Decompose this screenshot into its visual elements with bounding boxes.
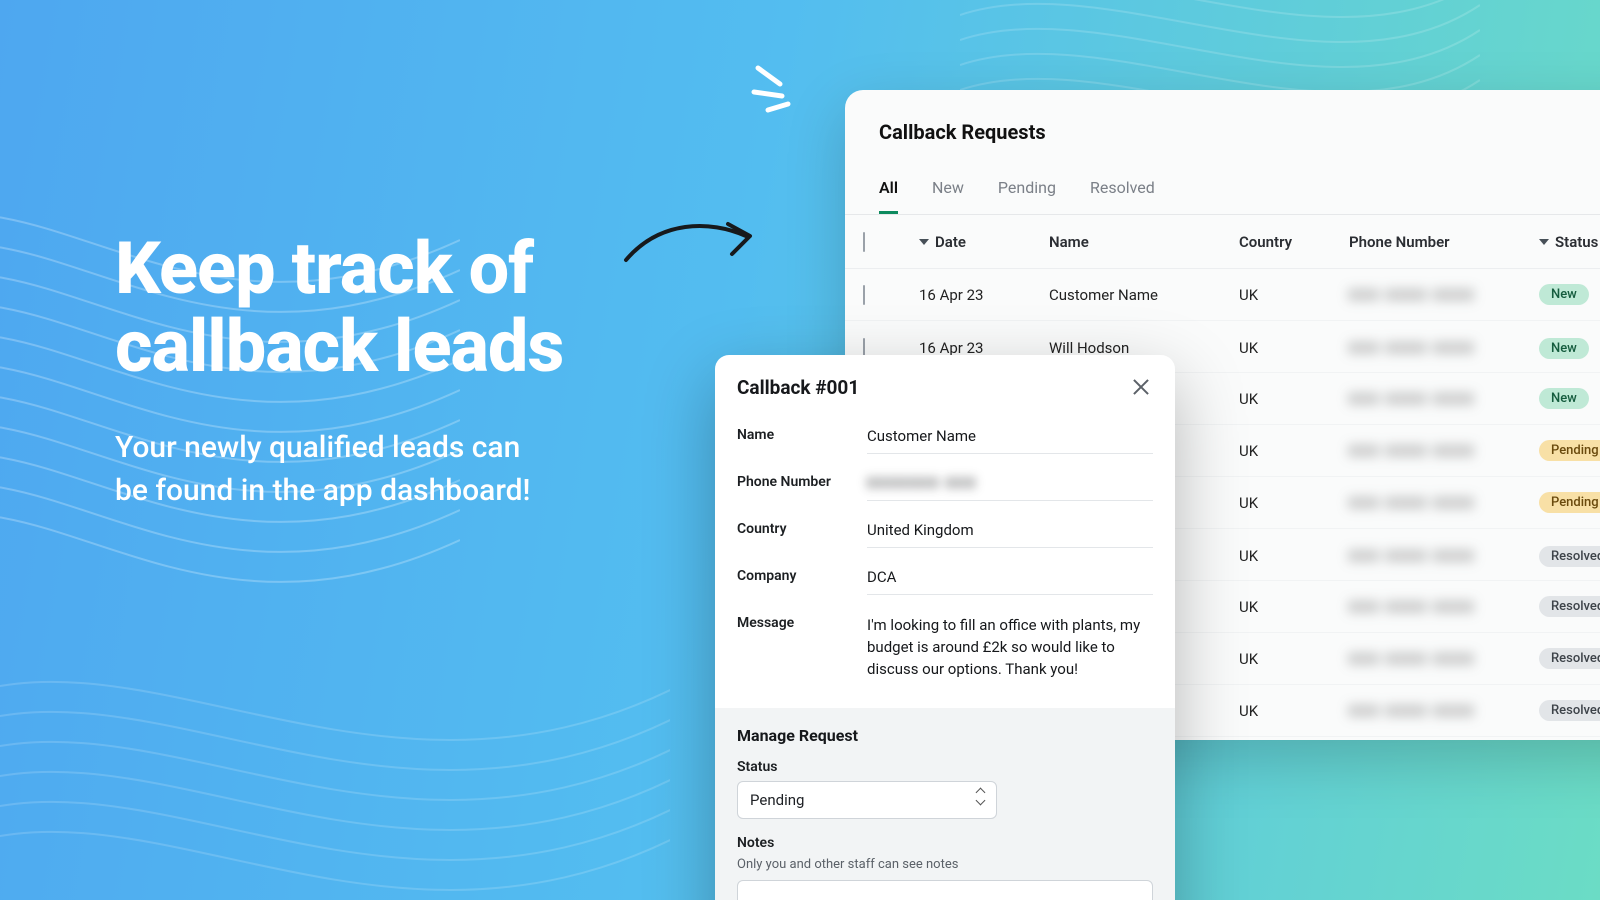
sort-icon	[919, 239, 929, 245]
cell-country: UK	[1239, 442, 1349, 460]
status-badge: Resolved	[1539, 700, 1600, 721]
status-badge: New	[1539, 388, 1589, 409]
label-name: Name	[737, 427, 867, 454]
status-badge: Pending	[1539, 492, 1600, 513]
table-row[interactable]: 16 Apr 23Customer NameUK000 0000 0000New…	[845, 269, 1600, 321]
cell-status: New	[1539, 388, 1600, 409]
table-header: Date Name Country Phone Number Status Me…	[845, 215, 1600, 269]
cell-phone: 000 0000 0000	[1349, 650, 1539, 668]
row-checkbox[interactable]	[863, 285, 865, 305]
notes-label: Notes	[737, 835, 1153, 851]
chevron-updown-icon	[973, 791, 987, 805]
callback-modal: Callback #001 NameCustomer Name Phone Nu…	[715, 355, 1175, 900]
hero-subtitle: Your newly qualified leads canbe found i…	[115, 426, 563, 513]
label-company: Company	[737, 568, 867, 595]
tab-pending[interactable]: Pending	[998, 168, 1056, 214]
label-phone: Phone Number	[737, 474, 867, 501]
cell-status: Resolved	[1539, 648, 1600, 669]
cell-country: UK	[1239, 390, 1349, 408]
notes-textarea[interactable]	[737, 880, 1153, 900]
cell-phone: 000 0000 0000	[1349, 339, 1539, 357]
value-country: United Kingdom	[867, 521, 1153, 548]
cell-country: UK	[1239, 547, 1349, 565]
tab-new[interactable]: New	[932, 168, 964, 214]
status-badge: Pending	[1539, 440, 1600, 461]
status-badge: New	[1539, 284, 1589, 305]
status-badge: New	[1539, 338, 1589, 359]
cell-phone: 000 0000 0000	[1349, 390, 1539, 408]
modal-title: Callback #001	[737, 376, 859, 399]
cell-status: Resolved	[1539, 596, 1600, 617]
notes-help: Only you and other staff can see notes	[737, 857, 1153, 872]
cell-country: UK	[1239, 598, 1349, 616]
cell-phone: 000 0000 0000	[1349, 286, 1539, 304]
sparkle-decoration	[748, 58, 818, 118]
status-badge: Resolved	[1539, 596, 1600, 617]
cell-status: New	[1539, 284, 1600, 305]
value-name: Customer Name	[867, 427, 1153, 454]
value-phone: 0000000 000	[867, 474, 1153, 501]
tabs: All New Pending Resolved	[845, 168, 1600, 215]
manage-request-section: Manage Request Status Pending Notes Only…	[715, 708, 1175, 900]
cell-status: Pending	[1539, 440, 1600, 461]
arrow-decoration	[620, 210, 760, 280]
cell-country: UK	[1239, 494, 1349, 512]
cell-country: UK	[1239, 650, 1349, 668]
cell-phone: 000 0000 0000	[1349, 494, 1539, 512]
cell-status: New	[1539, 338, 1600, 359]
col-date[interactable]: Date	[919, 233, 1049, 251]
status-label: Status	[737, 759, 1153, 775]
cell-status: Resolved	[1539, 700, 1600, 721]
cell-status: Pending	[1539, 492, 1600, 513]
status-value: Pending	[750, 791, 804, 809]
status-badge: Resolved	[1539, 546, 1600, 567]
dashboard-title: Callback Requests	[845, 120, 1600, 168]
select-all-checkbox[interactable]	[863, 232, 865, 252]
cell-country: UK	[1239, 286, 1349, 304]
col-name[interactable]: Name	[1049, 233, 1239, 251]
cell-name: Customer Name	[1049, 286, 1239, 304]
cell-phone: 000 0000 0000	[1349, 598, 1539, 616]
status-badge: Resolved	[1539, 648, 1600, 669]
sort-icon	[1539, 239, 1549, 245]
cell-phone: 000 0000 0000	[1349, 702, 1539, 720]
col-status[interactable]: Status	[1539, 233, 1600, 251]
col-country[interactable]: Country	[1239, 233, 1349, 251]
label-country: Country	[737, 521, 867, 548]
cell-country: UK	[1239, 339, 1349, 357]
label-message: Message	[737, 615, 867, 688]
cell-phone: 000 0000 0000	[1349, 547, 1539, 565]
cell-date: 16 Apr 23	[919, 286, 1049, 304]
manage-heading: Manage Request	[737, 726, 1153, 745]
cell-status: Resolved	[1539, 546, 1600, 567]
close-icon[interactable]	[1129, 375, 1153, 399]
cell-country: UK	[1239, 702, 1349, 720]
waves-decoration	[0, 640, 670, 900]
tab-all[interactable]: All	[879, 168, 898, 214]
value-message: I'm looking to fill an office with plant…	[867, 615, 1153, 688]
col-phone[interactable]: Phone Number	[1349, 233, 1539, 251]
status-select[interactable]: Pending	[737, 781, 997, 819]
value-company: DCA	[867, 568, 1153, 595]
cell-phone: 000 0000 0000	[1349, 442, 1539, 460]
hero-headline: Keep track ofcallback leads	[115, 230, 563, 386]
tab-resolved[interactable]: Resolved	[1090, 168, 1155, 214]
